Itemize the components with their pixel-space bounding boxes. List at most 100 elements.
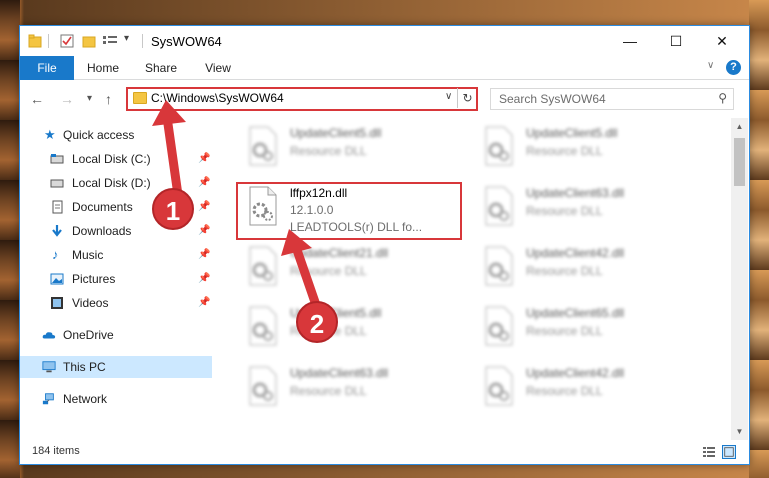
minimize-button[interactable]: —: [607, 26, 653, 56]
documents-icon: [52, 200, 63, 214]
item-count: 184 items: [32, 445, 80, 457]
title-separator: [142, 34, 143, 48]
dll-file-icon: [485, 246, 513, 286]
search-input[interactable]: Search SysWOW64 ⚲: [490, 88, 734, 110]
navigation-pane: ★ Quick access Local Disk (C:) 📌 Local D…: [20, 122, 212, 440]
title-bar: ▾ SysWOW64 — ☐ ✕: [20, 26, 749, 56]
pin-icon[interactable]: 📌: [198, 220, 210, 242]
search-icon[interactable]: ⚲: [718, 91, 727, 105]
recent-locations-button[interactable]: ▾: [87, 93, 92, 104]
address-dropdown-icon[interactable]: ∨: [445, 91, 452, 102]
new-folder-icon[interactable]: [82, 34, 96, 48]
expand-ribbon-icon[interactable]: ∨: [707, 60, 714, 71]
file-name: UpdateClient42.dll: [526, 366, 625, 380]
drive-icon: [50, 154, 64, 164]
drive-icon: [50, 179, 64, 188]
file-item[interactable]: UpdateClient5.dll Resource DLL: [242, 124, 472, 176]
qa-dropdown-icon[interactable]: ▾: [124, 33, 129, 44]
pin-icon[interactable]: 📌: [198, 268, 210, 290]
sidebar-item-pictures[interactable]: Pictures 📌: [20, 268, 212, 290]
file-description: Resource DLL: [290, 384, 367, 398]
pin-icon[interactable]: 📌: [198, 148, 210, 170]
address-bar[interactable]: C:\Windows\SysWOW64 ∨ ↻: [126, 87, 478, 111]
tab-home[interactable]: Home: [80, 56, 126, 80]
file-description: Resource DLL: [526, 144, 603, 158]
dll-file-icon: [249, 246, 277, 286]
folder-icon: [133, 92, 147, 104]
sidebar-item-label: Music: [72, 248, 104, 262]
window-title: SysWOW64: [151, 34, 222, 49]
pin-icon[interactable]: 📌: [198, 244, 210, 266]
file-item[interactable]: UpdateClient42.dll Resource DLL: [478, 244, 708, 296]
scroll-down-icon[interactable]: ▼: [731, 423, 748, 440]
file-item[interactable]: UpdateClient42.dll Resource DLL: [478, 364, 708, 416]
qa-separator: [48, 34, 49, 48]
sidebar-item-onedrive[interactable]: OneDrive: [20, 324, 212, 346]
help-icon[interactable]: ?: [726, 60, 741, 75]
details-view-icon[interactable]: [702, 445, 716, 459]
file-description: Resource DLL: [290, 144, 367, 158]
pin-icon[interactable]: 📌: [198, 172, 210, 194]
sidebar-item-label: Local Disk (C:): [72, 152, 151, 166]
sidebar-item-label: Local Disk (D:): [72, 176, 151, 190]
sidebar-item-videos[interactable]: Videos 📌: [20, 292, 212, 314]
file-item[interactable]: UpdateClient63.dll Resource DLL: [242, 364, 472, 416]
sidebar-item-label: Downloads: [72, 224, 132, 238]
file-description: Resource DLL: [290, 264, 367, 278]
sidebar-item-music[interactable]: ♪ Music 📌: [20, 244, 212, 266]
dll-file-icon: [485, 366, 513, 406]
music-icon: ♪: [52, 247, 59, 262]
file-description: Resource DLL: [526, 264, 603, 278]
tab-view[interactable]: View: [196, 56, 240, 80]
vertical-scrollbar[interactable]: ▲ ▼: [731, 118, 748, 440]
sidebar-item-this-pc[interactable]: This PC: [20, 356, 212, 378]
file-list: UpdateClient5.dll Resource DLL lffpx12n.…: [216, 122, 729, 440]
dll-file-icon: [249, 366, 277, 406]
file-name: UpdateClient63.dll: [526, 186, 625, 200]
videos-icon: [51, 297, 63, 309]
sidebar-item-label: Pictures: [72, 272, 116, 286]
refresh-icon[interactable]: ↻: [457, 88, 477, 108]
large-icons-view-icon[interactable]: [722, 445, 736, 459]
dll-file-icon: [249, 306, 277, 346]
sidebar-item-network[interactable]: Network: [20, 388, 212, 410]
file-description: Resource DLL: [526, 384, 603, 398]
maximize-button[interactable]: ☐: [653, 26, 699, 56]
tab-share[interactable]: Share: [138, 56, 184, 80]
dll-file-icon: [249, 126, 277, 166]
file-item[interactable]: UpdateClient65.dll Resource DLL: [478, 304, 708, 356]
star-icon: ★: [44, 127, 56, 142]
pin-icon[interactable]: 📌: [198, 292, 210, 314]
file-name: UpdateClient42.dll: [526, 246, 625, 260]
scroll-thumb[interactable]: [734, 138, 745, 186]
forward-button[interactable]: →: [60, 91, 74, 107]
sidebar-item-quick-access[interactable]: ★ Quick access: [20, 124, 212, 146]
sidebar-item-label: Documents: [72, 200, 133, 214]
file-item[interactable]: UpdateClient5.dll Resource DLL: [242, 304, 472, 356]
sidebar-item-label: Videos: [72, 296, 109, 310]
pictures-icon: [50, 273, 64, 285]
file-highlight-box: [236, 182, 462, 240]
desktop-background-right: [749, 0, 769, 478]
address-path[interactable]: C:\Windows\SysWOW64: [151, 91, 284, 105]
tab-file[interactable]: File: [20, 56, 74, 80]
folder-icon: [28, 34, 42, 48]
file-name: UpdateClient5.dll: [290, 126, 382, 140]
dll-file-icon: [485, 306, 513, 346]
file-explorer-window: ▾ SysWOW64 — ☐ ✕ File Home Share View ∨ …: [19, 25, 750, 465]
search-placeholder: Search SysWOW64: [499, 92, 606, 106]
back-button[interactable]: ←: [30, 91, 44, 107]
file-name: UpdateClient63.dll: [290, 366, 389, 380]
properties-icon[interactable]: [60, 34, 74, 48]
customize-toolbar-icon[interactable]: [102, 34, 120, 48]
scroll-up-icon[interactable]: ▲: [731, 118, 748, 135]
file-description: Resource DLL: [526, 324, 603, 338]
close-button[interactable]: ✕: [699, 26, 745, 56]
up-button[interactable]: ↑: [105, 91, 112, 107]
file-name: UpdateClient5.dll: [526, 126, 618, 140]
sidebar-item-local-disk-c[interactable]: Local Disk (C:) 📌: [20, 148, 212, 170]
pin-icon[interactable]: 📌: [198, 196, 210, 218]
file-item[interactable]: UpdateClient63.dll Resource DLL: [478, 184, 708, 236]
file-item[interactable]: UpdateClient5.dll Resource DLL: [478, 124, 708, 176]
file-item[interactable]: UpdateClient21.dll Resource DLL: [242, 244, 472, 296]
